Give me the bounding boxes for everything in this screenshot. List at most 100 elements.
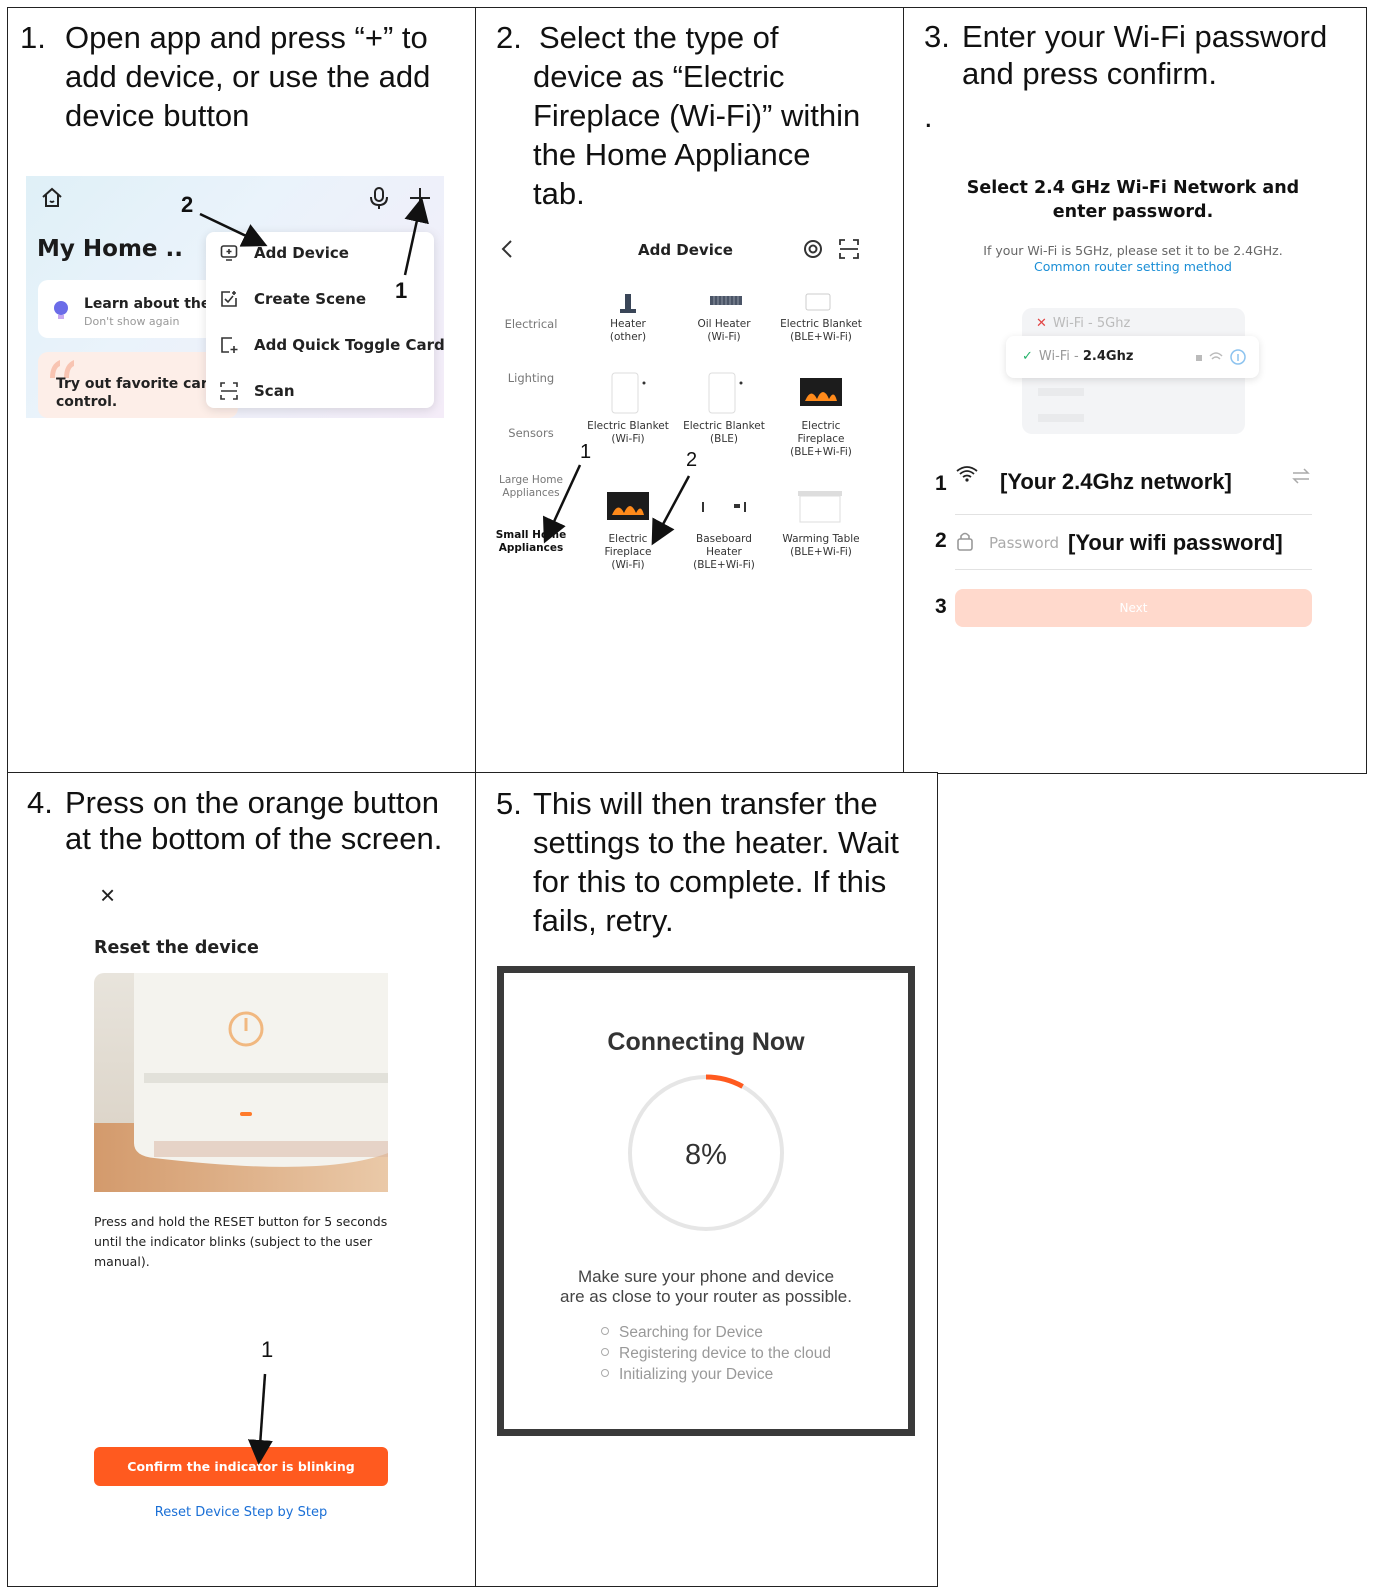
annotation-3: 3 bbox=[935, 595, 947, 618]
annotation-1: 1 bbox=[261, 1337, 274, 1362]
next-button[interactable]: Next bbox=[955, 589, 1312, 627]
step-line: the Home Appliance bbox=[533, 137, 811, 172]
dont-show-link[interactable]: Don't show again bbox=[84, 315, 179, 328]
status-list-item: Initializing your Device bbox=[601, 1366, 773, 1384]
device-name[interactable]: Electric Blanket (BLE) bbox=[678, 420, 770, 446]
warming-table-icon bbox=[798, 491, 842, 523]
menu-item-add-device[interactable]: Add Device bbox=[206, 232, 434, 276]
oil-heater-icon bbox=[710, 296, 742, 305]
wifi-hint: If your Wi-Fi is 5GHz, please set it to … bbox=[983, 243, 1283, 258]
menu-item-quick-toggle[interactable]: Add Quick Toggle Card bbox=[206, 324, 444, 368]
plus-icon[interactable] bbox=[408, 186, 432, 210]
step-line: Select the type of bbox=[539, 20, 779, 55]
menu-item-scan[interactable]: Scan bbox=[206, 370, 434, 414]
category-large-home-appliances[interactable]: Large Home Appliances bbox=[491, 474, 571, 500]
target-icon[interactable] bbox=[803, 239, 823, 259]
device-name[interactable]: Heater (other) bbox=[582, 318, 674, 344]
step-number: 3. bbox=[924, 19, 950, 54]
reset-desc-line-1: Press and hold the RESET button for 5 se… bbox=[94, 1214, 388, 1229]
menu-item-label: Add Device bbox=[254, 244, 349, 262]
electric-fireplace-wifi-icon bbox=[607, 492, 649, 520]
step-line: at the bottom of the screen. bbox=[65, 821, 443, 856]
wifi-24-row: ✓ Wi-Fi - 2.4Ghz bbox=[1006, 336, 1259, 378]
step-number: 5. bbox=[496, 786, 522, 821]
step-line: for this to complete. If this bbox=[533, 864, 887, 899]
try-out-line-2: control. bbox=[56, 394, 118, 410]
wifi-24-prefix: Wi-Fi - bbox=[1038, 349, 1083, 364]
router-setting-link[interactable]: Common router setting method bbox=[933, 259, 1333, 274]
connecting-msg-line-2: are as close to your router as possible. bbox=[560, 1287, 852, 1306]
add-device-title: Add Device bbox=[638, 241, 733, 259]
status-list-item: Searching for Device bbox=[601, 1324, 763, 1342]
wifi-heading-line-2: enter password. bbox=[1052, 202, 1214, 222]
x-icon: ✕ bbox=[1036, 316, 1047, 331]
step-line: Press on the orange button bbox=[65, 785, 439, 820]
try-out-line-1: Try out favorite card bbox=[56, 376, 218, 392]
lock-wifi-info-icons bbox=[1196, 349, 1246, 365]
annotation-2: 2 bbox=[686, 449, 698, 471]
wifi-5g-label: Wi-Fi - 5Ghz bbox=[1052, 316, 1131, 331]
device-reset-image bbox=[94, 973, 388, 1192]
annotation-1: 1 bbox=[580, 441, 592, 463]
device-name[interactable]: Warming Table (BLE+Wi-Fi) bbox=[775, 533, 867, 559]
annotation-2: 2 bbox=[935, 529, 947, 552]
step-line: Open app and press “+” to bbox=[65, 20, 428, 55]
app-home-screenshot: My Home .. Learn about the Don't show ag… bbox=[26, 176, 444, 418]
menu-item-label: Add Quick Toggle Card bbox=[254, 336, 444, 354]
toggle-card-icon bbox=[221, 337, 238, 353]
reset-desc-line-2: until the indicator blinks (subject to t… bbox=[94, 1234, 373, 1249]
switch-network-icon[interactable] bbox=[1291, 468, 1311, 484]
confirm-blinking-button[interactable]: Confirm the indicator is blinking bbox=[94, 1447, 388, 1486]
password-label: Password bbox=[989, 534, 1060, 552]
wifi-heading-line-1: Select 2.4 GHz Wi-Fi Network and bbox=[966, 178, 1300, 198]
device-name[interactable]: Baseboard Heater (BLE+Wi-Fi) bbox=[678, 533, 770, 572]
menu-item-label: Scan bbox=[254, 382, 295, 400]
scan-icon[interactable] bbox=[839, 239, 859, 259]
step-number: 1. bbox=[20, 20, 46, 55]
step-line: fails, retry. bbox=[533, 903, 674, 938]
connecting-dialog: Connecting Now 8% Make sure your phone a… bbox=[497, 966, 915, 1436]
microphone-icon[interactable] bbox=[368, 186, 390, 210]
next-button-label: Next bbox=[1119, 601, 1148, 615]
lock-icon bbox=[957, 532, 973, 551]
device-name[interactable]: Oil Heater (Wi-Fi) bbox=[678, 318, 770, 344]
category-sensors[interactable]: Sensors bbox=[491, 426, 571, 440]
divider bbox=[955, 514, 1312, 515]
step-number: 4. bbox=[27, 785, 53, 820]
scan-icon bbox=[220, 382, 238, 400]
device-name[interactable]: Electric Fireplace (Wi-Fi) bbox=[582, 533, 674, 572]
home-icon[interactable] bbox=[40, 186, 64, 210]
step-line: device as “Electric bbox=[533, 59, 785, 94]
reset-step-by-step-link[interactable]: Reset Device Step by Step bbox=[94, 1505, 388, 1520]
add-menu-dropdown: Add Device Create Scene Add Quick Toggle… bbox=[206, 232, 444, 408]
device-name[interactable]: Electric Fireplace (BLE+Wi-Fi) bbox=[775, 420, 867, 459]
category-electrical[interactable]: Electrical bbox=[491, 317, 571, 331]
connecting-msg-line-1: Make sure your phone and device bbox=[577, 1267, 835, 1286]
step-line: Fireplace (Wi-Fi)” within bbox=[533, 98, 861, 133]
progress-percent: 8% bbox=[685, 1139, 727, 1171]
step-line: tab. bbox=[533, 176, 585, 211]
bulb-icon bbox=[54, 301, 68, 319]
menu-item-label: Create Scene bbox=[254, 290, 366, 308]
electric-fireplace-ble-icon bbox=[800, 378, 842, 406]
device-name[interactable]: Electric Blanket (Wi-Fi) bbox=[582, 420, 674, 446]
category-lighting[interactable]: Lighting bbox=[491, 371, 571, 385]
wifi-5g-row: ✕ Wi-Fi - 5Ghz bbox=[1036, 316, 1130, 331]
password-field[interactable]: [Your wifi password] bbox=[1068, 530, 1283, 556]
electric-blanket-ble-icon bbox=[708, 372, 743, 414]
placeholder-bar bbox=[1038, 414, 1084, 422]
device-name[interactable]: Electric Blanket (BLE+Wi-Fi) bbox=[775, 318, 867, 344]
learn-text: Learn about the bbox=[84, 296, 211, 312]
category-small-home-appliances[interactable]: Small Home Appliances bbox=[491, 529, 571, 555]
reset-title: Reset the device bbox=[94, 938, 259, 958]
create-scene-icon bbox=[221, 291, 237, 307]
page-title: My Home .. bbox=[37, 236, 183, 262]
step-line: and press confirm. bbox=[962, 56, 1217, 91]
step-line: Enter your Wi-Fi password bbox=[962, 19, 1328, 54]
reset-desc-line-3: manual). bbox=[94, 1254, 150, 1269]
step-line: settings to the heater. Wait bbox=[533, 825, 899, 860]
close-icon[interactable]: × bbox=[100, 880, 115, 911]
network-field[interactable]: [Your 2.4Ghz network] bbox=[1000, 469, 1232, 495]
back-icon[interactable] bbox=[500, 238, 514, 260]
confirm-button-label: Confirm the indicator is blinking bbox=[127, 1459, 355, 1474]
